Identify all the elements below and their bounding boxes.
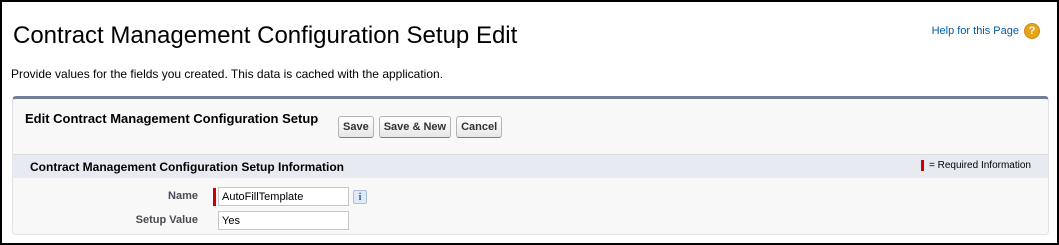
section-header: Contract Management Configuration Setup … (13, 154, 1048, 178)
page-title: Contract Management Configuration Setup … (13, 22, 518, 49)
cancel-button[interactable]: Cancel (456, 116, 503, 138)
edit-block-title: Edit Contract Management Configuration S… (25, 111, 319, 126)
field-row-setup-value: Setup Value (13, 211, 1048, 233)
page-description: Provide values for the fields you create… (11, 67, 444, 81)
name-label: Name (168, 190, 198, 202)
help-question-icon[interactable]: ? (1024, 23, 1040, 39)
required-legend-text: = Required Information (928, 160, 1031, 171)
button-bar: Save Save & New Cancel (338, 116, 503, 138)
section-title: Contract Management Configuration Setup … (30, 160, 344, 174)
name-input[interactable] (218, 187, 349, 206)
help-link[interactable]: Help for this Page (932, 25, 1019, 37)
save-and-new-button[interactable]: Save & New (378, 116, 452, 138)
help-area: Help for this Page ? (932, 23, 1040, 39)
required-marker-icon (213, 188, 216, 206)
edit-block: Edit Contract Management Configuration S… (12, 96, 1049, 235)
save-button[interactable]: Save (338, 116, 374, 138)
field-row-name: Name i (13, 187, 1048, 209)
setup-value-label: Setup Value (135, 214, 198, 226)
page-frame: Contract Management Configuration Setup … (0, 0, 1059, 245)
setup-value-input[interactable] (218, 211, 349, 230)
info-icon[interactable]: i (353, 190, 367, 204)
required-legend: = Required Information (920, 160, 1031, 171)
required-marker-icon (920, 160, 924, 171)
